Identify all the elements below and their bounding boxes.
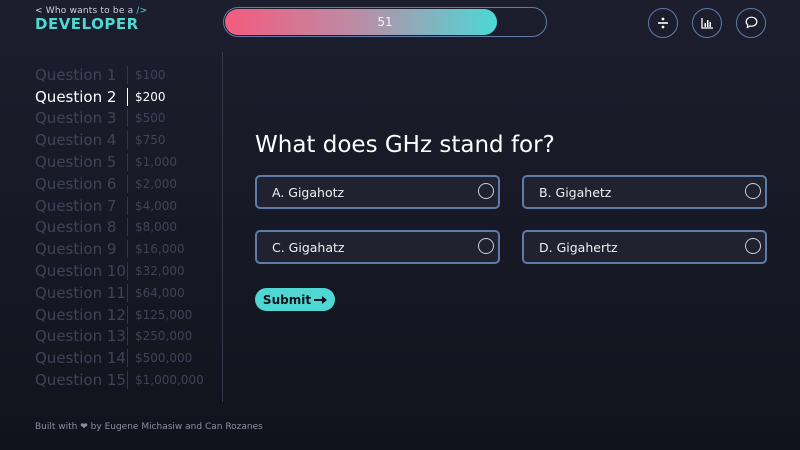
bar-chart-icon (700, 14, 714, 33)
ladder-question-label: Question 12 (35, 305, 126, 324)
ladder-divider (222, 52, 223, 402)
ladder-amount: $2,000 (127, 174, 177, 193)
footer-pre: Built with (35, 422, 78, 432)
ladder-row: Question 8 $8,000 (35, 217, 204, 239)
answer-d-option[interactable]: D. Gigahertz (522, 230, 767, 264)
ladder-question-label: Question 6 (35, 174, 117, 193)
ladder-row: Question 12 $125,000 (35, 304, 204, 326)
ladder-amount: $500,000 (127, 349, 192, 368)
ladder-amount: $16,000 (127, 240, 185, 259)
ladder-row: Question 10 $32,000 (35, 260, 204, 282)
ladder-amount: $32,000 (127, 262, 185, 281)
answer-a-label: A. Gigahotz (272, 185, 345, 200)
divide-icon (657, 14, 669, 33)
question-text: What does GHz stand for? (255, 132, 555, 158)
phone-friend-button[interactable] (736, 8, 766, 38)
ladder-question-label: Question 3 (35, 109, 117, 128)
answer-c-label: C. Gigahatz (272, 240, 345, 255)
ladder-row: Question 14 $500,000 (35, 347, 204, 369)
ladder-question-label: Question 11 (35, 283, 126, 302)
heart-icon: ❤ (80, 422, 88, 432)
ladder-amount: $750 (127, 131, 166, 150)
ladder-amount: $250,000 (127, 327, 192, 346)
answer-c-radio[interactable] (478, 238, 494, 254)
timer-bar: 51 (223, 7, 547, 37)
ladder-amount: $8,000 (127, 218, 177, 237)
ladder-question-label: Question 2 (35, 87, 117, 106)
timer-value: 51 (377, 15, 393, 29)
ladder-row: Question 2 $200 (35, 86, 204, 108)
ladder-question-label: Question 8 (35, 218, 117, 237)
ladder-question-label: Question 7 (35, 196, 117, 215)
logo: < Who wants to be a /> DEVELOPER (35, 6, 147, 33)
answer-a-radio[interactable] (478, 183, 494, 199)
arrow-right-icon (314, 293, 328, 307)
ladder-row: Question 13 $250,000 (35, 326, 204, 348)
chat-bubble-icon (745, 14, 758, 33)
answer-b-radio[interactable] (745, 183, 761, 199)
ladder-amount: $200 (127, 87, 166, 106)
ladder-amount: $125,000 (127, 305, 192, 324)
ladder-row: Question 15 $1,000,000 (35, 369, 204, 391)
ladder-row: Question 11 $64,000 (35, 282, 204, 304)
ladder-row: Question 3 $500 (35, 108, 204, 130)
ladder-row: Question 4 $750 (35, 129, 204, 151)
ladder-amount: $500 (127, 109, 166, 128)
ladder-amount: $1,000,000 (127, 371, 204, 390)
ladder-row: Question 9 $16,000 (35, 238, 204, 260)
answer-b-option[interactable]: B. Gigahetz (522, 175, 767, 209)
answer-c-option[interactable]: C. Gigahatz (255, 230, 500, 264)
ladder-question-label: Question 5 (35, 153, 117, 172)
answer-d-radio[interactable] (745, 238, 761, 254)
answer-b-label: B. Gigahetz (539, 185, 612, 200)
ladder-question-label: Question 4 (35, 131, 117, 150)
ladder-amount: $4,000 (127, 196, 177, 215)
ladder-question-label: Question 13 (35, 327, 126, 346)
fifty-fifty-button[interactable] (648, 8, 678, 38)
ladder-row: Question 6 $2,000 (35, 173, 204, 195)
answer-a-option[interactable]: A. Gigahotz (255, 175, 500, 209)
money-ladder: Question 1 $100 Question 2 $200 Question 3 $5… (35, 64, 204, 391)
ladder-amount: $100 (127, 65, 166, 84)
footer-credit: Built with ❤ by Eugene Michasiw and Can … (35, 422, 263, 432)
submit-button[interactable]: Submit (255, 288, 335, 311)
ladder-question-label: Question 14 (35, 349, 126, 368)
ladder-row: Question 5 $1,000 (35, 151, 204, 173)
ladder-question-label: Question 1 (35, 65, 117, 84)
submit-label: Submit (262, 292, 312, 307)
ask-audience-button[interactable] (692, 8, 722, 38)
ladder-amount: $64,000 (127, 283, 185, 302)
ladder-question-label: Question 9 (35, 240, 117, 259)
ladder-amount: $1,000 (127, 153, 177, 172)
answer-d-label: D. Gigahertz (539, 240, 618, 255)
logo-title: DEVELOPER (35, 15, 139, 33)
ladder-question-label: Question 15 (35, 371, 126, 390)
footer-post: by Eugene Michasiw and Can Rozanes (90, 422, 263, 432)
ladder-question-label: Question 10 (35, 262, 126, 281)
ladder-row: Question 7 $4,000 (35, 195, 204, 217)
ladder-row: Question 1 $100 (35, 64, 204, 86)
